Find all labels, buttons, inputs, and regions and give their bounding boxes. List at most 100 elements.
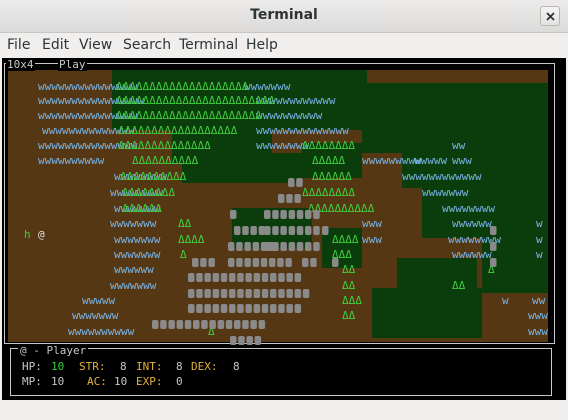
hp-label: HP:	[22, 360, 42, 373]
rock-tile	[296, 178, 303, 187]
water-tile: www	[528, 325, 548, 338]
rock-tile	[230, 210, 237, 219]
tree-tile: ΔΔΔΔΔΔΔΔΔΔΔΔΔΔΔΔΔΔΔΔ	[116, 80, 249, 93]
rock-tile	[250, 226, 257, 235]
rock-tile	[258, 320, 266, 329]
rock-tile	[228, 258, 235, 267]
int-label: INT:	[136, 360, 163, 373]
rock-tile	[229, 304, 236, 313]
rock-tile	[261, 273, 269, 282]
rock-tile	[285, 258, 292, 267]
rock-tile	[204, 273, 211, 282]
water-tile: www	[528, 309, 548, 322]
rock-tile	[261, 289, 269, 298]
rock-tile	[184, 320, 192, 329]
water-tile: wwwwwww	[72, 309, 119, 322]
mp-label: MP:	[22, 375, 42, 388]
title-bar[interactable]: Terminal	[0, 0, 568, 33]
water-tile: wwwwwwwwwwwwww	[256, 124, 349, 137]
tree-tile: ΔΔ	[178, 217, 192, 230]
rock-tile	[212, 304, 220, 313]
close-button[interactable]	[540, 6, 560, 26]
rock-tile	[244, 258, 251, 267]
water-tile: www	[362, 233, 382, 246]
tree-tile: Δ	[180, 248, 187, 261]
water-tile: wwwwwwwwwwww	[402, 170, 482, 183]
rock-tile	[490, 258, 497, 267]
rock-tile	[201, 320, 208, 329]
rock-tile	[294, 289, 302, 298]
rock-tile	[288, 210, 296, 219]
water-tile: w	[536, 233, 543, 246]
rock-tile	[260, 258, 268, 267]
rock-tile	[277, 258, 284, 267]
rock-tile	[313, 226, 320, 235]
rock-tile	[237, 304, 244, 313]
rock-tile	[305, 226, 312, 235]
tree-tile: ΔΔ	[342, 309, 356, 322]
rock-tile	[228, 242, 235, 251]
rock-tile	[270, 289, 277, 298]
rock-tile	[286, 273, 293, 282]
rock-tile	[310, 258, 317, 267]
tree-tile: ΔΔΔΔ	[178, 233, 205, 246]
rock-tile	[261, 304, 269, 313]
menu-edit[interactable]: Edit	[42, 37, 69, 53]
str-value: 8	[120, 360, 127, 373]
player-glyph: @	[38, 228, 45, 241]
str-label: STR:	[79, 360, 106, 373]
rock-tile	[220, 304, 228, 313]
rock-tile	[192, 258, 199, 267]
rock-tile	[245, 273, 252, 282]
rock-tile	[294, 194, 301, 203]
menu-file[interactable]: File	[7, 37, 30, 53]
rock-tile	[272, 210, 279, 219]
rock-tile	[332, 258, 339, 267]
water-tile: wwwwwwww	[442, 202, 495, 215]
rock-tile	[188, 273, 195, 282]
rock-tile	[288, 178, 295, 187]
npc-glyph: h	[24, 228, 31, 241]
rock-tile	[280, 242, 287, 251]
tree-tile: ΔΔΔΔΔΔΔΔΔΔ	[132, 154, 199, 167]
rock-tile	[236, 242, 243, 251]
rock-tile	[313, 210, 320, 219]
rock-tile	[288, 242, 296, 251]
water-tile: www	[452, 154, 472, 167]
rock-tile	[322, 226, 329, 235]
water-tile: ww	[452, 139, 466, 152]
menu-help[interactable]: Help	[246, 37, 278, 53]
rock-tile	[296, 242, 304, 251]
rock-tile	[168, 320, 175, 329]
menu-terminal[interactable]: Terminal	[179, 37, 238, 53]
rock-tile	[252, 242, 260, 251]
rock-tile	[253, 289, 261, 298]
tree-tile: ΔΔΔ	[342, 294, 362, 307]
close-icon	[546, 12, 555, 21]
rock-tile	[209, 320, 216, 329]
ac-label: AC:	[87, 375, 107, 388]
tree-tile: ΔΔΔΔΔΔΔΔ	[302, 186, 355, 199]
rock-tile	[270, 304, 277, 313]
tree-tile: ΔΔΔΔΔΔΔΔ	[122, 186, 175, 199]
rock-tile	[196, 273, 203, 282]
rock-tile	[193, 320, 200, 329]
player-panel-header: @ - Player	[18, 344, 89, 357]
rock-tile	[296, 226, 304, 235]
rock-tile	[286, 194, 293, 203]
rock-tile	[204, 289, 211, 298]
tree-tile: ΔΔΔΔΔΔΔΔ	[302, 139, 355, 152]
dex-label: DEX:	[191, 360, 218, 373]
tree-tile: ΔΔΔΔΔΔ	[312, 170, 352, 183]
water-tile: wwwwwww	[114, 233, 161, 246]
menu-search[interactable]: Search	[123, 37, 171, 53]
rock-tile	[264, 226, 271, 235]
terminal-screen[interactable]: wwwwwwwwwwwwwww wwwwwwwwwwwwwwww wwwwwwwww…	[2, 58, 566, 400]
water-tile: wwwwwwwwww	[38, 154, 105, 167]
menu-view[interactable]: View	[79, 37, 112, 53]
mp-value: 10	[51, 375, 65, 388]
rock-tile	[288, 226, 296, 235]
rock-tile	[234, 226, 241, 235]
water-tile: wwwwwww	[110, 217, 157, 230]
rock-tile	[490, 226, 497, 235]
